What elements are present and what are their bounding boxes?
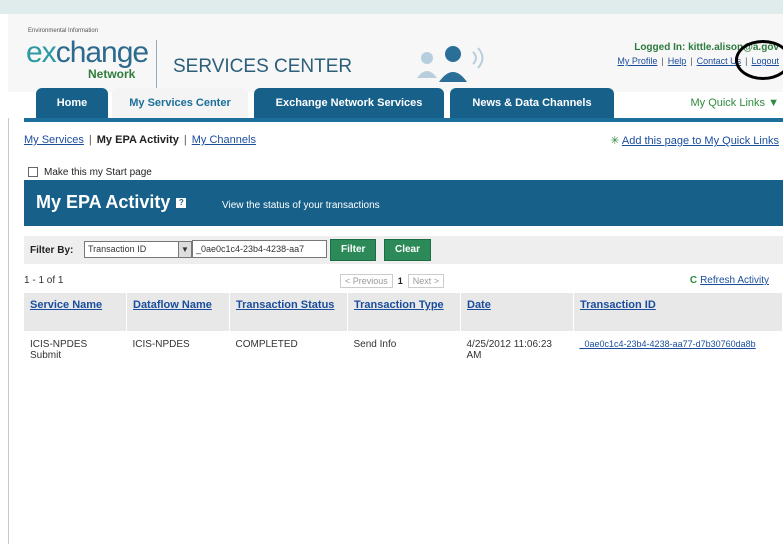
tab-home[interactable]: Home bbox=[36, 88, 108, 118]
cell-transaction-id: _0ae0c1c4-23b4-4238-aa77-d7b30760da8b bbox=[574, 331, 783, 369]
logo-network: Network bbox=[88, 67, 136, 81]
cell-status: COMPLETED bbox=[235, 339, 298, 350]
col-transaction-status[interactable]: Transaction Status bbox=[229, 293, 348, 331]
services-center-title: SERVICES CENTER bbox=[173, 56, 353, 77]
sub-navigation: My Services | My EPA Activity | My Channels bbox=[24, 134, 256, 146]
table-row: ICIS-NPDES Submit ICIS-NPDES COMPLETED S… bbox=[24, 331, 783, 369]
transaction-id-link[interactable]: _0ae0c1c4-23b4-4238-aa77-d7b30760da8b bbox=[580, 339, 756, 349]
header-link-separator: | bbox=[690, 56, 693, 66]
filter-button[interactable]: Filter bbox=[330, 239, 377, 261]
main-nav: Home My Services Center Exchange Network… bbox=[24, 88, 783, 122]
site-header: Environmental Information exchange Netwo… bbox=[8, 14, 783, 92]
cell-dataflow-name: ICIS-NPDES bbox=[132, 339, 190, 350]
subnav-separator: | bbox=[183, 134, 187, 146]
clear-button[interactable]: Clear bbox=[384, 239, 432, 261]
page-title: My EPA Activity? bbox=[36, 192, 187, 213]
header-divider bbox=[156, 40, 157, 88]
start-page-option[interactable]: Make this my Start page bbox=[28, 167, 152, 178]
refresh-activity-link[interactable]: Refresh Activity bbox=[700, 275, 769, 286]
tab-news-data-channels[interactable]: News & Data Channels bbox=[450, 88, 614, 118]
col-date[interactable]: Date bbox=[460, 293, 574, 331]
filter-input[interactable]: _0ae0c1c4-23b4-4238-aa7 bbox=[192, 240, 327, 258]
content-left-border bbox=[8, 118, 9, 544]
filter-bar: Filter By: Transaction ID ▼ _0ae0c1c4-23b… bbox=[24, 236, 783, 264]
my-services-link[interactable]: My Services bbox=[24, 134, 84, 146]
top-strip bbox=[0, 0, 783, 14]
col-transaction-type[interactable]: Transaction Type bbox=[347, 293, 461, 331]
add-page-link[interactable]: Add this page to My Quick Links bbox=[622, 135, 779, 147]
cell-date: 4/25/2012 11:06:23 AM bbox=[466, 339, 552, 361]
start-page-label: Make this my Start page bbox=[44, 167, 152, 178]
previous-page-button[interactable]: < Previous bbox=[340, 274, 393, 288]
start-page-checkbox[interactable] bbox=[28, 167, 38, 178]
logo-tagline: Environmental Information bbox=[28, 28, 99, 34]
refresh-activity[interactable]: C Refresh Activity bbox=[690, 275, 769, 286]
triangle-down-icon: ▼ bbox=[768, 97, 779, 109]
logo-main: change bbox=[55, 36, 149, 69]
quick-links[interactable]: My Quick Links ▼ bbox=[690, 97, 779, 109]
activity-table: Service Name Dataflow Name Transaction S… bbox=[24, 293, 783, 369]
col-service-name[interactable]: Service Name bbox=[24, 293, 127, 331]
exchange-logo[interactable]: exchange bbox=[26, 36, 149, 70]
logged-in-user: Logged In: kittle.alison@ bbox=[634, 42, 753, 53]
plus-icon: ✳ bbox=[610, 135, 620, 147]
col-dataflow-name[interactable]: Dataflow Name bbox=[126, 293, 230, 331]
dropdown-arrow-icon[interactable]: ▼ bbox=[178, 242, 191, 257]
people-icon bbox=[417, 46, 484, 82]
col-transaction-id[interactable]: Transaction ID bbox=[573, 293, 783, 331]
current-page: 1 bbox=[397, 276, 403, 286]
help-icon[interactable]: ? bbox=[176, 198, 187, 209]
pagination: < Previous 1 Next > bbox=[340, 274, 445, 288]
result-count: 1 - 1 of 1 bbox=[24, 275, 64, 286]
cell-service-name: ICIS-NPDES Submit bbox=[30, 339, 88, 361]
my-profile-link[interactable]: My Profile bbox=[617, 56, 657, 66]
subnav-separator: | bbox=[88, 134, 92, 146]
filter-select-value: Transaction ID bbox=[88, 244, 147, 254]
my-channels-link[interactable]: My Channels bbox=[192, 134, 256, 146]
filter-select[interactable]: Transaction ID ▼ bbox=[84, 241, 192, 258]
table-header-row: Service Name Dataflow Name Transaction S… bbox=[24, 293, 783, 331]
logout-annotation-circle bbox=[735, 40, 783, 80]
filter-label: Filter By: bbox=[30, 245, 74, 256]
page-title-text: My EPA Activity bbox=[36, 192, 171, 212]
tab-my-services-center[interactable]: My Services Center bbox=[112, 88, 248, 118]
header-link-separator: | bbox=[661, 56, 664, 66]
my-epa-activity-current: My EPA Activity bbox=[96, 134, 179, 146]
quick-links-label: My Quick Links bbox=[690, 97, 766, 109]
add-to-quick-links[interactable]: ✳ Add this page to My Quick Links bbox=[610, 134, 779, 147]
next-page-button[interactable]: Next > bbox=[407, 274, 445, 288]
logo-prefix: ex bbox=[26, 36, 57, 69]
page-banner: My EPA Activity? View the status of your… bbox=[24, 180, 783, 226]
tab-exchange-network-services[interactable]: Exchange Network Services bbox=[254, 88, 444, 118]
refresh-icon: C bbox=[689, 275, 698, 286]
help-link[interactable]: Help bbox=[668, 56, 687, 66]
cell-type: Send Info bbox=[353, 339, 397, 350]
banner-description: View the status of your transactions bbox=[222, 200, 380, 211]
